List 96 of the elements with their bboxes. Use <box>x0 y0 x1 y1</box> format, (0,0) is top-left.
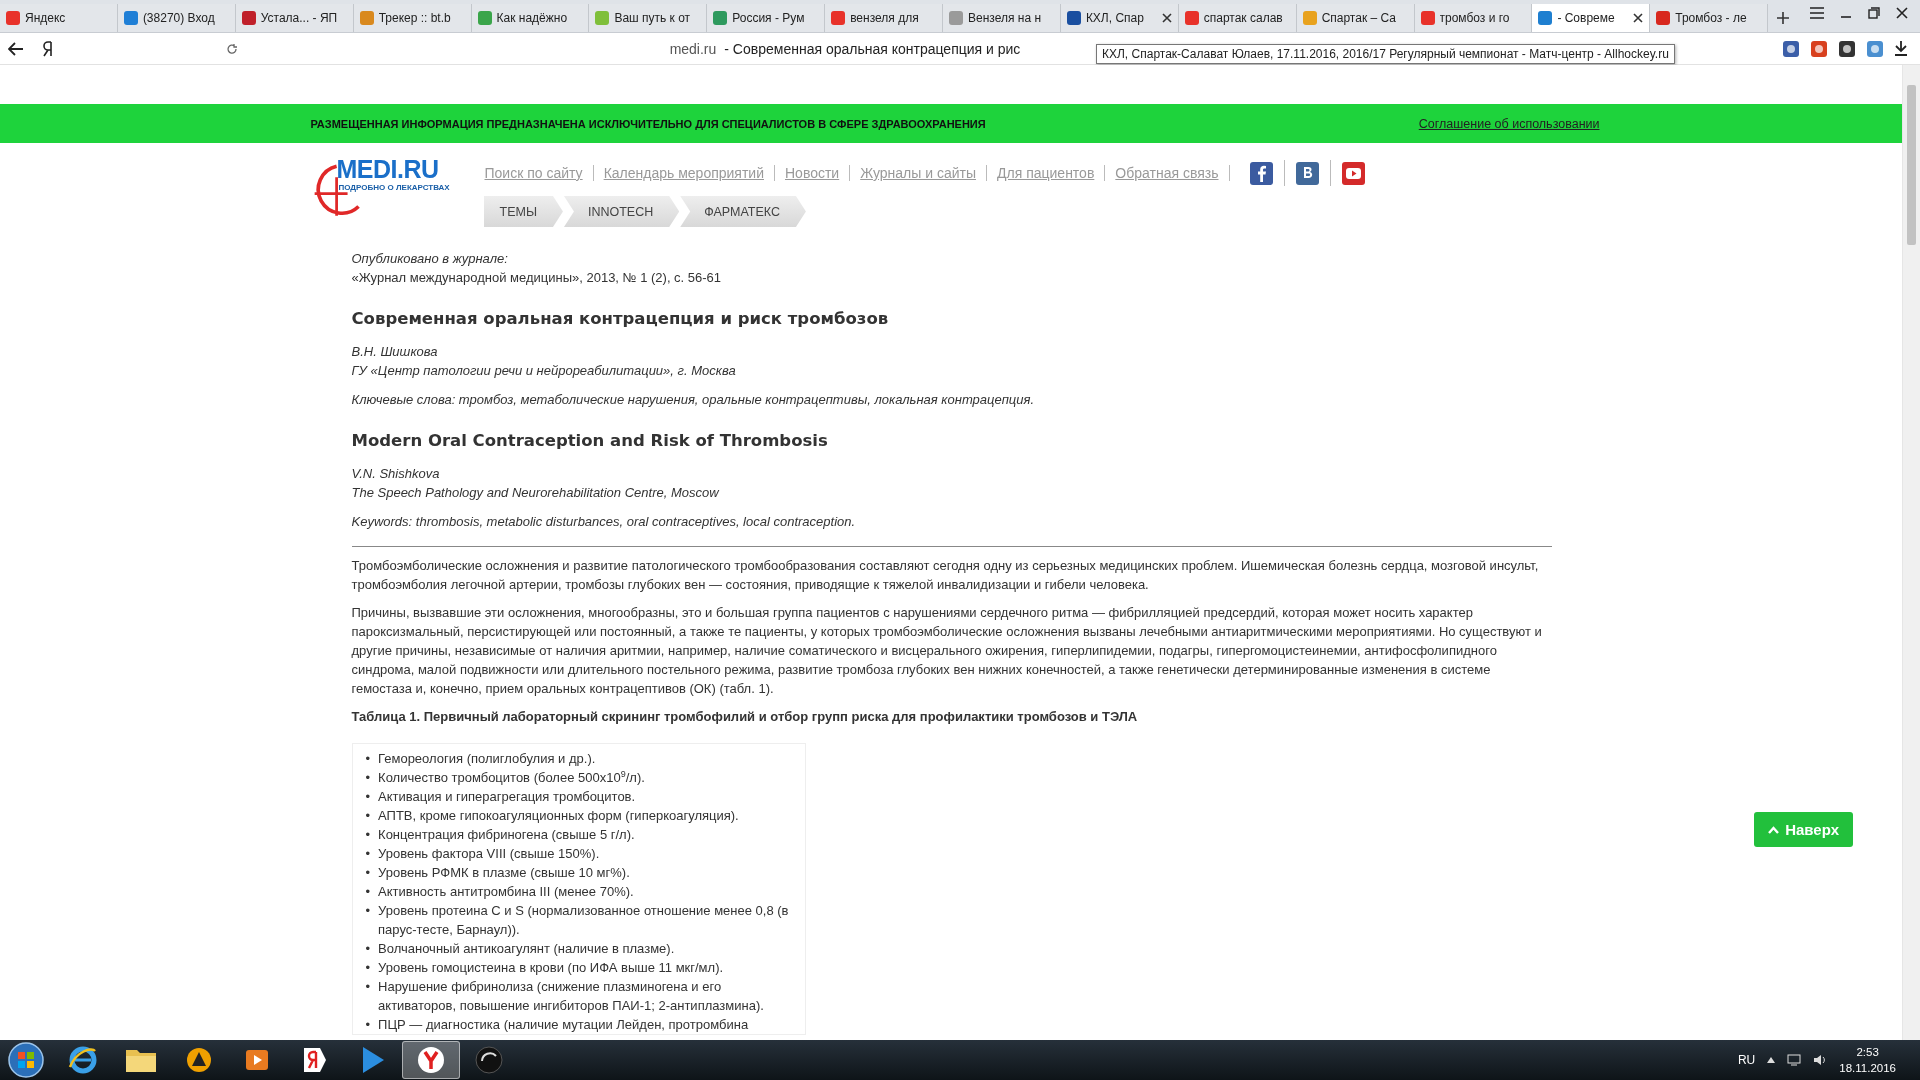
page-title: - Современная оральная контрацепция и рис <box>724 40 1021 57</box>
list-item: Концентрация фибриногена (свыше 5 г/л). <box>378 826 635 844</box>
address-domain[interactable]: medi.ru <box>669 40 717 57</box>
browser-tab[interactable]: Ваш путь к от <box>589 4 708 32</box>
author-name: V.N. Shishkova <box>351 465 441 483</box>
list-item: Уровень фактора VIII (свыше 150%). <box>378 845 600 863</box>
list-item: АПТВ, кроме гипокоагуляционных форм (гиперкоагуляция). <box>378 807 739 825</box>
player-icon <box>186 1047 212 1073</box>
close-icon[interactable] <box>1161 13 1172 23</box>
extension-icon[interactable] <box>1838 39 1856 58</box>
tooltip: КХЛ, Спартак-Салават Юлаев, 17.11.2016, 2016/17 Регулярный чемпионат - Матч-центр - Allhockey.ru <box>1096 44 1675 64</box>
organization-text: ГУ «Центр патологии речи и нейрореабилитации», г. Москва <box>351 362 737 380</box>
back-icon[interactable] <box>8 41 24 56</box>
browser-tab[interactable]: Тромбоз - ле <box>1650 4 1769 32</box>
list-bullet: • <box>365 940 371 958</box>
body-paragraph: Причины, вызвавшие эти осложнения, многообразны, это и большая группа пациентов с нарушениями сердечного ритма — фибрилляцией предсердий, которая может носить характер пароксизмальный, персистирующей или постоянный, а также те пациенты, у которых тромбоэмболические осложнения вызваны лечебными антиаритмическими мероприятиями. Но существуют и другие причины, независимые от наличия аритмии, например, наличие соматического и висцерального ожирения, гиперлипидемии, подагры, гипергомоцистеинемии, антифосфолипидного синдрома, малой подвижности или длительного постельного режима, развитие тромбоза глубоких вен нижних конечностей, а также генетически детерминированные изменения в системе гемостаза и, конечно, прием оральных контрацептивов (ОК) (табл. 1). <box>351 604 1543 698</box>
list-item: Уровень протеина С и S (нормализованное отношение менее 0,8 (в парус-тесте, Барнаул)). <box>378 902 790 939</box>
list-bullet: • <box>365 769 371 787</box>
list-bullet: • <box>365 750 371 768</box>
author-name: В.Н. Шишкова <box>351 343 439 361</box>
table-caption: Таблица 1. Первичный лабораторный скрининг тромбофилий и отбор групп риска для профилактики тромбозов и ТЭЛА <box>351 708 1139 726</box>
list-item: Волчаночный антикоагулянт (наличие в плазме). <box>378 940 675 958</box>
reload-icon[interactable] <box>226 42 238 55</box>
close-icon[interactable] <box>1633 13 1644 23</box>
browser-icon <box>417 1046 445 1074</box>
list-item: Уровень гомоцистеина в крови (по ИФА выше 11 мкг/мл). <box>378 959 724 977</box>
scrollbar[interactable] <box>1902 65 1920 1040</box>
list-bullet: • <box>365 883 371 901</box>
new-tab-icon[interactable] <box>1776 11 1791 25</box>
list-bullet: • <box>365 978 371 996</box>
list-item: ПЦР — диагностика (наличие мутации Лейден, протромбина <box>378 1016 749 1034</box>
browser-tab[interactable]: вензеля для <box>825 4 943 32</box>
browser-tab[interactable]: Россия - Рум <box>707 4 826 32</box>
list-item: Активация и гиперагрегация тромбоцитов. <box>378 788 636 806</box>
notice-text: РАЗМЕЩЕННАЯ ИНФОРМАЦИЯ ПРЕДНАЗНАЧЕНА ИСКЛЮЧИТЕЛЬНО ДЛЯ СПЕЦИАЛИСТОВ В СФЕРЕ ЗДРАВООХРАНЕНИЯ <box>310 117 986 130</box>
taskbar-button[interactable] <box>402 1041 460 1079</box>
app-icon <box>474 1045 504 1075</box>
volume-icon[interactable] <box>1813 1054 1828 1066</box>
site-logo[interactable]: MEDI.RU ПОДРОБНО О ЛЕКАРСТВАХ <box>310 155 461 225</box>
close-icon[interactable] <box>1896 7 1909 19</box>
list-bullet: • <box>365 1016 371 1034</box>
start-icon[interactable] <box>6 1040 46 1080</box>
list-bullet: • <box>365 845 371 863</box>
list-item: Гемореология (полиглобулия и др.). <box>378 750 596 768</box>
journal-source: «Журнал международной медицины», 2013, № 1 (2), с. 56-61 <box>351 269 723 287</box>
organization-text: The Speech Pathology and Neurorehabilitation Centre, Moscow <box>351 484 720 502</box>
browser-tab[interactable]: Устала... - ЯП <box>235 4 354 32</box>
browser-tab[interactable]: Спартак – Са <box>1296 4 1415 32</box>
list-item: Количество тромбоцитов (более 500x10$^{9}$/л). <box>378 768 645 787</box>
download-icon[interactable] <box>1894 39 1908 56</box>
keywords-text: Ключевые слова: тромбоз, метаболические нарушения, оральные контрацептивы, локальная контрацепция. <box>351 391 1036 409</box>
yandex-icon[interactable] <box>42 40 54 57</box>
browser-tab[interactable]: КХЛ, Спар <box>1060 4 1179 32</box>
browser-tab[interactable]: - Совреме <box>1532 4 1651 32</box>
browser-tab[interactable]: Яндекс <box>0 4 118 32</box>
play-icon <box>360 1045 386 1075</box>
menu-icon[interactable] <box>1810 7 1825 19</box>
list-bullet: • <box>365 864 371 882</box>
article-title: Modern Oral Contraception and Risk of Thrombosis <box>351 430 829 452</box>
video-icon[interactable] <box>1341 161 1365 185</box>
list-item: Нарушение фибринолиза (снижение плазминогена и его активаторов, повышение ингибиторов ПАИ-1; 2-антиплазмина). <box>378 978 765 1015</box>
media-icon <box>244 1047 270 1073</box>
list-bullet: • <box>365 902 371 920</box>
clock[interactable]: 2:53 18.11.2016 <box>1839 1044 1896 1076</box>
restore-icon[interactable] <box>1868 7 1881 19</box>
browser-tab[interactable]: Трекер :: bt.b <box>353 4 472 32</box>
keywords-text: Keywords: thrombosis, metabolic disturbances, oral contraceptives, local contraception. <box>351 513 857 531</box>
browser-icon <box>68 1045 98 1075</box>
body-paragraph: Тромбоэмболические осложнения и развитие патологического тромбообразования составляют сегодня одну из серьезных медицинских проблем. Ишемическая болезнь сердца, мозговой инсульт, тромбоэмболия легочной артерии, тромбозы глубоких вен — состояния, приводящие к тяжелой инвалидизации и гибели человека. <box>351 557 1540 594</box>
tray-arrow-icon[interactable] <box>1767 1057 1776 1063</box>
list-item: Уровень РФМК в плазме (свыше 10 мг%). <box>378 864 630 882</box>
list-item: Активность антитромбина III (менее 70%). <box>378 883 634 901</box>
agreement-link[interactable]: Соглашение об использовании <box>1418 116 1600 131</box>
list-bullet: • <box>365 959 371 977</box>
breadcrumb-tab[interactable]: ФАРМАТЕКС <box>680 196 806 227</box>
caret-icon <box>1768 825 1780 834</box>
browser-tab[interactable]: (38270) Вход <box>117 4 236 32</box>
vk-icon[interactable] <box>1295 161 1319 185</box>
published-label: Опубликовано в журнале: <box>351 250 509 268</box>
article-title: Современная оральная контрацепция и риск тромбозов <box>351 308 890 330</box>
clock-date: 18.11.2016 <box>1839 1061 1896 1076</box>
list-bullet: • <box>365 788 371 806</box>
facebook-icon[interactable] <box>1249 161 1273 185</box>
language-indicator[interactable]: RU <box>1737 1053 1756 1067</box>
browser-tab[interactable]: Вензеля на н <box>943 4 1061 32</box>
network-icon[interactable] <box>1787 1054 1802 1066</box>
list-bullet: • <box>365 826 371 844</box>
yandex-icon <box>302 1046 328 1074</box>
breadcrumb-tab[interactable]: INNOTECH <box>563 196 680 227</box>
browser-tab[interactable]: спартак салав <box>1178 4 1297 32</box>
extension-icon[interactable] <box>1782 39 1800 58</box>
clock-time: 2:53 <box>1856 1045 1879 1060</box>
browser-tab[interactable]: Как надёжно <box>471 4 590 32</box>
list-bullet: • <box>365 807 371 825</box>
browser-tab[interactable]: тромбоз и го <box>1414 4 1533 32</box>
breadcrumb-tab[interactable]: ТЕМЫ <box>483 196 563 227</box>
